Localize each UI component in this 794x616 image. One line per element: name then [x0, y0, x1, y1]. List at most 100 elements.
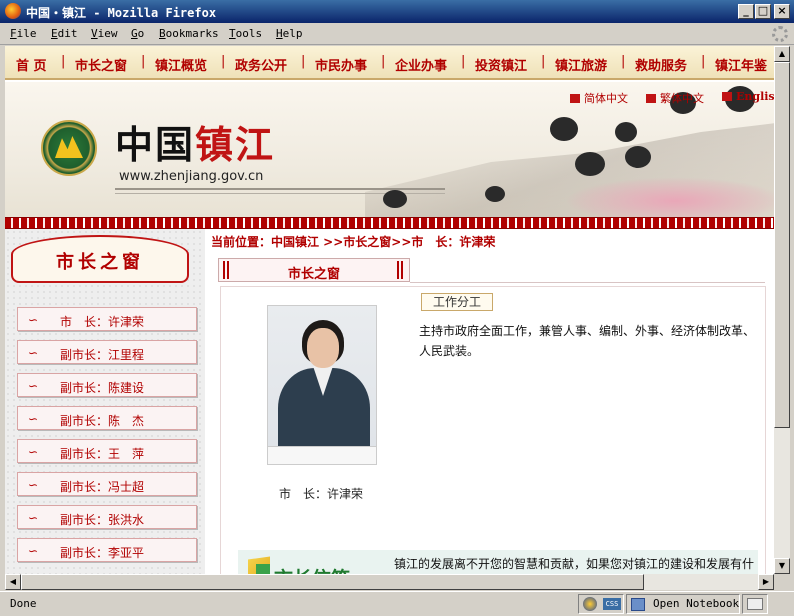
horizontal-scrollbar[interactable]: ◀ ▶	[5, 574, 774, 590]
mail-cell[interactable]	[742, 594, 768, 614]
nav-invest[interactable]: 投资镇江	[475, 55, 527, 74]
banner-tree	[485, 186, 505, 202]
nav-separator: |	[381, 54, 386, 69]
sidebar-item-vice-mayor[interactable]: ∽ 副市长：李亚平	[17, 538, 197, 562]
mayor-mailbox-banner[interactable]: 市长信箱 镇江的发展离不开您的智慧和贡献，如果您对镇江的建设和发展有什么好的建议…	[238, 550, 758, 574]
divider	[410, 282, 765, 283]
firefox-status-icon	[583, 597, 597, 611]
banner-tree	[615, 122, 637, 142]
section-tab: 市长之窗	[218, 258, 410, 282]
site-url: www.zhenjiang.gov.cn	[119, 169, 264, 184]
mail-icon	[747, 598, 763, 610]
banner-blossoms	[565, 177, 774, 217]
swirl-icon: ∽	[28, 445, 39, 459]
swirl-icon: ∽	[28, 412, 39, 426]
lang-simplified[interactable]: 简体中文	[570, 90, 628, 106]
nav-tourism[interactable]: 镇江旅游	[555, 55, 607, 74]
nav-separator: |	[541, 54, 546, 69]
swirl-icon: ∽	[28, 511, 39, 525]
main-content: 市长之窗 市 长：许津荣 工作分工 主持市政府全面工作，兼管人事、编制、外事、经…	[218, 249, 774, 574]
swirl-icon: ∽	[28, 544, 39, 558]
menu-go[interactable]: Go	[131, 27, 144, 40]
sidebar-item-vice-mayor[interactable]: ∽ 副市长：冯士超	[17, 472, 197, 496]
menu-help[interactable]: Help	[276, 27, 303, 40]
menu-view[interactable]: View	[91, 27, 118, 40]
horizontal-scroll-thumb[interactable]	[21, 574, 644, 590]
duty-description: 主持市政府全面工作，兼管人事、编制、外事、经济体制改革、人民武装。	[419, 324, 756, 358]
nav-separator: |	[701, 54, 706, 69]
scroll-left-icon[interactable]: ◀	[5, 574, 21, 590]
menu-tools[interactable]: Tools	[229, 27, 262, 40]
nav-separator: |	[221, 54, 226, 69]
title-bar: 中国・镇江 - Mozilla Firefox _ □ ×	[0, 0, 794, 23]
decorative-border	[5, 217, 774, 229]
nav-gov-affairs[interactable]: 政务公开	[235, 55, 287, 74]
notebook-icon	[631, 598, 645, 611]
menu-bookmarks[interactable]: Bookmarks	[159, 27, 219, 40]
photo-caption: 市 长：许津荣	[279, 487, 364, 501]
nav-separator: |	[61, 54, 66, 69]
menu-edit[interactable]: Edit	[51, 27, 78, 40]
nav-mayor-window[interactable]: 市长之窗	[75, 55, 127, 74]
sidebar-item-vice-mayor[interactable]: ∽ 副市长：陈建设	[17, 373, 197, 397]
nav-assistance[interactable]: 救助服务	[635, 55, 687, 74]
site-title: 中国镇江	[115, 122, 276, 167]
mayor-profile-panel: 市 长：许津荣 工作分工 主持市政府全面工作，兼管人事、编制、外事、经济体制改革…	[220, 286, 766, 574]
flag-icon	[570, 94, 580, 103]
breadcrumb: 当前位置：中国镇江 >>市长之窗>>市 长：许津荣	[211, 235, 496, 249]
nav-separator: |	[461, 54, 466, 69]
sidebar-item-vice-mayor[interactable]: ∽ 副市长：王 萍	[17, 439, 197, 463]
scroll-right-icon[interactable]: ▶	[758, 574, 774, 590]
nav-home[interactable]: 首 页	[16, 55, 47, 74]
status-text: Done	[10, 597, 37, 610]
flag-icon	[722, 92, 732, 101]
menu-file[interactable]: File	[10, 27, 37, 40]
close-button[interactable]: ×	[774, 4, 790, 19]
top-nav: 首 页 | 市长之窗 | 镇江概览 | 政务公开 | 市民办事 | 企业办事 |…	[5, 46, 774, 80]
nav-overview[interactable]: 镇江概览	[155, 55, 207, 74]
left-sidebar: 市长之窗 ∽ 市 长：许津荣 ∽ 副市长：江里程 ∽ 副市长：陈建设 ∽ 副市长：陈 杰…	[5, 229, 205, 574]
open-notebook-label[interactable]: Open Notebook	[653, 597, 739, 610]
mailbox-text: 镇江的发展离不开您的智慧和贡献，如果您对镇江的建设和发展有什么好的建议和意见，请…	[394, 557, 755, 571]
sidebar-item-vice-mayor[interactable]: ∽ 副市长：陈 杰	[17, 406, 197, 430]
sidebar-item-vice-mayor[interactable]: ∽ 副市长：张洪水	[17, 505, 197, 529]
nav-citizen-services[interactable]: 市民办事	[315, 55, 367, 74]
banner-tree	[575, 152, 605, 176]
banner-tree	[625, 146, 651, 168]
nav-separator: |	[301, 54, 306, 69]
minimize-button[interactable]: _	[738, 4, 754, 19]
sidebar-item-mayor[interactable]: ∽ 市 长：许津荣	[17, 307, 197, 331]
sidebar-heading: 市长之窗	[11, 235, 189, 283]
vertical-scrollbar[interactable]: ▲ ▼	[774, 46, 790, 574]
menu-bar: File Edit View Go Bookmarks Tools Help	[0, 23, 794, 45]
status-bar: Done CSS Open Notebook	[0, 591, 794, 616]
firefox-icon	[5, 3, 21, 19]
mayor-photo	[267, 305, 377, 465]
status-icons: CSS	[578, 594, 624, 614]
swirl-icon: ∽	[28, 346, 39, 360]
scroll-down-icon[interactable]: ▼	[774, 558, 790, 574]
lang-english[interactable]: English	[722, 90, 774, 103]
duty-label: 工作分工	[421, 293, 493, 311]
nav-separator: |	[141, 54, 146, 69]
swirl-icon: ∽	[28, 313, 39, 327]
vertical-scroll-thumb[interactable]	[774, 62, 790, 428]
browser-window: 中国・镇江 - Mozilla Firefox _ □ × File Edit …	[0, 0, 794, 616]
banner-tree	[383, 190, 407, 208]
sidebar-item-vice-mayor[interactable]: ∽ 副市长：江里程	[17, 340, 197, 364]
nav-yearbook[interactable]: 镇江年鉴	[715, 55, 767, 74]
city-emblem-logo[interactable]	[41, 120, 97, 176]
window-title: 中国・镇江 - Mozilla Firefox	[26, 6, 217, 20]
maximize-button[interactable]: □	[755, 4, 771, 19]
mailbox-title[interactable]: 市长信箱	[274, 564, 350, 574]
lang-traditional[interactable]: 繁体中文	[646, 90, 704, 106]
nav-business-services[interactable]: 企业办事	[395, 55, 447, 74]
swirl-icon: ∽	[28, 379, 39, 393]
css-icon: CSS	[603, 598, 621, 610]
banner-tree	[550, 117, 578, 141]
page-viewport: 首 页 | 市长之窗 | 镇江概览 | 政务公开 | 市民办事 | 企业办事 |…	[5, 46, 774, 574]
nav-separator: |	[621, 54, 626, 69]
scroll-up-icon[interactable]: ▲	[774, 46, 790, 62]
flag-icon	[646, 94, 656, 103]
swirl-icon: ∽	[28, 478, 39, 492]
